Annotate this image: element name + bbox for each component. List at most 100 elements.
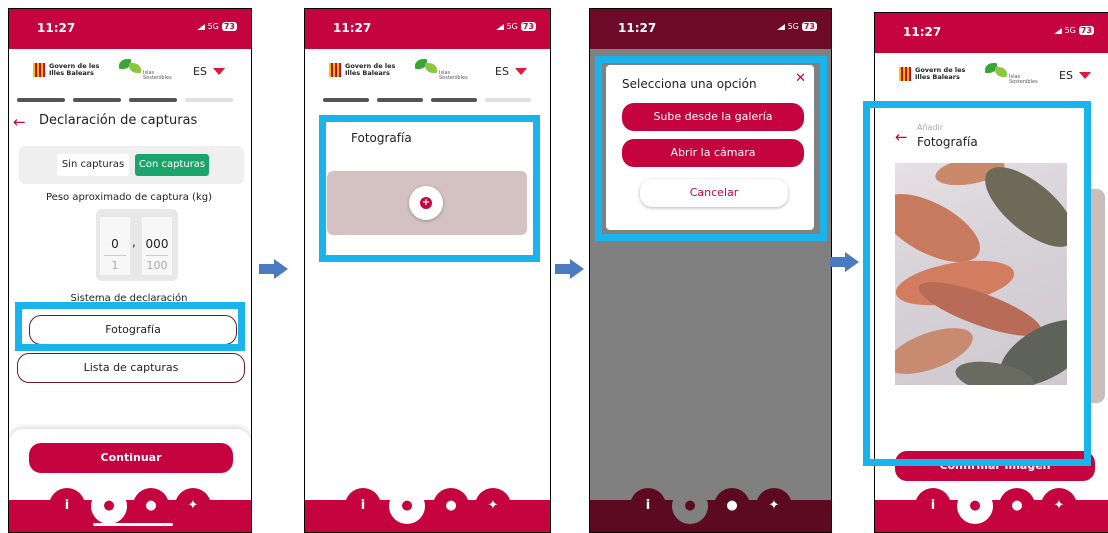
page-title: Declaración de capturas xyxy=(39,113,198,128)
islas-logo-text: Islas Sostenibles xyxy=(1009,75,1038,85)
arrow-right-icon xyxy=(555,259,585,279)
govern-line2: Illes Balears xyxy=(49,69,94,77)
screen-declaracion: 11:27 5G 73 Govern de les Illes Balears Is… xyxy=(8,8,252,533)
arrow-left-icon[interactable]: ← xyxy=(13,113,26,131)
highlight-preview xyxy=(863,101,1091,466)
highlight-fotografia xyxy=(15,302,245,351)
battery-badge: 73 xyxy=(1078,26,1094,35)
status-bar: 11:27 5G 73 xyxy=(875,13,1108,53)
highlight-dialog xyxy=(595,56,827,241)
battery-badge: 73 xyxy=(520,22,536,31)
status-time: 11:27 xyxy=(618,21,657,35)
settings-icon[interactable]: ✦ xyxy=(756,488,792,524)
govern-logo-text: Govern de les Illes Balears xyxy=(49,63,99,77)
flow-stage: 11:27 5G 73 Govern de les Illes Balears Is… xyxy=(0,0,1108,533)
govern-line2: Illes Balears xyxy=(915,73,960,81)
lista-capturas-option[interactable]: Lista de capturas xyxy=(17,353,245,383)
arrow-right-icon xyxy=(259,259,289,279)
info-icon[interactable]: i xyxy=(915,488,951,524)
progress-step-3 xyxy=(129,98,177,102)
language-label: ES xyxy=(193,65,207,78)
decimal-value: 000 xyxy=(145,237,169,251)
weight-stepper: 0 1 , 000 100 xyxy=(96,209,178,281)
toggle-sin-capturas[interactable]: Sin capturas xyxy=(57,154,129,176)
fish-icon[interactable]: ● xyxy=(91,488,127,524)
status-signal: 5G 73 xyxy=(1053,26,1094,35)
home-indicator xyxy=(93,523,173,526)
status-bar: 11:27 5G 73 xyxy=(305,9,550,49)
user-icon[interactable]: ● xyxy=(714,488,750,524)
progress-step-4 xyxy=(185,98,233,102)
status-time: 11:27 xyxy=(37,21,76,35)
capture-toggle: Sin capturas Con capturas xyxy=(19,146,244,184)
illes-line2: Sostenibles xyxy=(439,75,468,81)
user-icon[interactable]: ● xyxy=(133,488,169,524)
status-signal: 5G 73 xyxy=(495,22,536,31)
highlight-photo-card xyxy=(319,115,540,262)
progress-step-1 xyxy=(17,98,65,102)
govern-flag-logo xyxy=(329,63,341,77)
progress-step-1 xyxy=(323,98,369,102)
screen-fotografia: 11:27 5G 73 Govern de les Illes Balears Is… xyxy=(304,8,551,533)
network-label: 5G xyxy=(506,22,518,31)
signal-icon xyxy=(196,23,205,30)
progress-step-4 xyxy=(485,98,531,102)
network-label: 5G xyxy=(787,22,799,31)
battery-badge: 73 xyxy=(221,22,237,31)
status-signal: 5G 73 xyxy=(776,22,817,31)
bottom-nav: i ● ● ✦ xyxy=(590,488,831,532)
language-selector[interactable]: ES xyxy=(495,65,527,78)
language-selector[interactable]: ES xyxy=(1059,69,1091,82)
status-signal: 5G 73 xyxy=(196,22,237,31)
illes-line2: Sostenibles xyxy=(143,75,172,81)
network-label: 5G xyxy=(1064,26,1076,35)
info-icon[interactable]: i xyxy=(630,488,666,524)
status-time: 11:27 xyxy=(903,25,942,39)
user-icon[interactable]: ● xyxy=(433,488,469,524)
integer-value: 0 xyxy=(111,237,119,251)
user-icon[interactable]: ● xyxy=(999,488,1035,524)
decimal-picker[interactable]: 000 100 xyxy=(142,217,172,275)
islas-leaf-logo xyxy=(415,57,437,75)
progress-step-2 xyxy=(377,98,423,102)
info-icon[interactable]: i xyxy=(345,488,381,524)
status-bar: 11:27 5G 73 xyxy=(9,9,251,49)
integer-next: 1 xyxy=(111,259,119,272)
language-selector[interactable]: ES xyxy=(193,65,225,78)
info-icon[interactable]: i xyxy=(49,488,85,524)
islas-logo-text: Islas Sostenibles xyxy=(143,71,172,81)
govern-logo-text: Govern de les Illes Balears xyxy=(345,63,395,77)
bottom-nav: i ● ● ✦ xyxy=(305,488,550,532)
islas-leaf-logo xyxy=(985,61,1007,79)
govern-flag-logo xyxy=(33,63,45,77)
govern-logo-text: Govern de les Illes Balears xyxy=(915,67,965,81)
fish-icon[interactable]: ● xyxy=(672,488,708,524)
language-label: ES xyxy=(495,65,509,78)
bottom-nav: i ● ● ✦ xyxy=(9,488,251,532)
fish-icon[interactable]: ● xyxy=(389,488,425,524)
caret-down-icon xyxy=(212,68,225,75)
govern-flag-logo xyxy=(899,67,911,81)
language-label: ES xyxy=(1059,69,1073,82)
toggle-con-capturas[interactable]: Con capturas xyxy=(135,154,209,176)
fish-icon[interactable]: ● xyxy=(957,488,993,524)
arrow-right-icon xyxy=(830,252,860,272)
integer-picker[interactable]: 0 1 xyxy=(100,217,130,275)
progress-step-2 xyxy=(73,98,121,102)
settings-icon[interactable]: ✦ xyxy=(475,488,511,524)
battery-badge: 73 xyxy=(801,22,817,31)
network-label: 5G xyxy=(207,22,219,31)
decimal-separator: , xyxy=(132,235,136,249)
settings-icon[interactable]: ✦ xyxy=(175,488,211,524)
status-time: 11:27 xyxy=(333,21,372,35)
settings-icon[interactable]: ✦ xyxy=(1041,488,1077,524)
decimal-next: 100 xyxy=(146,259,168,272)
continuar-button[interactable]: Continuar xyxy=(29,443,233,473)
status-bar: 11:27 5G 73 xyxy=(590,9,831,49)
bottom-nav: i ● ● ✦ xyxy=(875,488,1108,532)
weight-label: Peso aproximado de captura (kg) xyxy=(46,192,212,203)
progress-step-3 xyxy=(431,98,477,102)
islas-logo-text: Islas Sostenibles xyxy=(439,71,468,81)
signal-icon xyxy=(495,23,504,30)
govern-line2: Illes Balears xyxy=(345,69,390,77)
